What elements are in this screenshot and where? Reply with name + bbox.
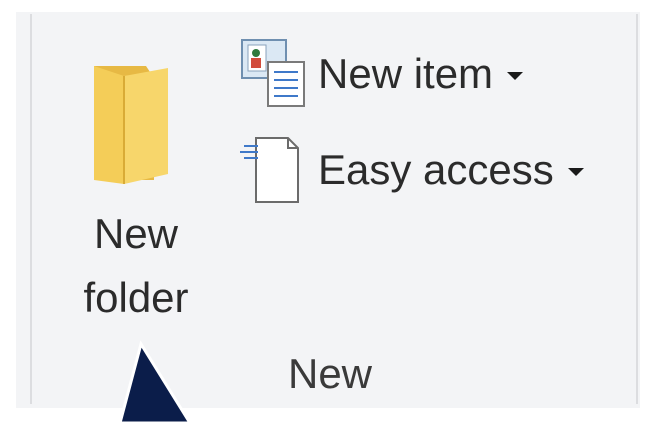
ribbon-panel: New folder New item Easy access New: [0, 0, 653, 423]
group-separator-right: [636, 14, 638, 404]
new-folder-label: New folder: [52, 202, 220, 330]
easy-access-icon: [240, 137, 299, 203]
new-folder-label-line1: New: [93, 210, 179, 257]
chevron-down-icon: [507, 72, 524, 80]
new-item-label: New item: [318, 50, 494, 97]
folder-icon: [94, 66, 168, 184]
new-folder-button[interactable]: New folder: [52, 30, 220, 330]
new-folder-label-line2: folder: [83, 274, 189, 321]
easy-access-button[interactable]: Easy access: [236, 130, 584, 210]
new-item-button[interactable]: New item: [236, 34, 524, 114]
new-item-icon: [241, 39, 305, 107]
chevron-down-icon: [567, 168, 584, 176]
group-separator-left: [30, 14, 32, 404]
ribbon-group-label: New: [287, 350, 373, 397]
easy-access-label: Easy access: [318, 146, 554, 193]
